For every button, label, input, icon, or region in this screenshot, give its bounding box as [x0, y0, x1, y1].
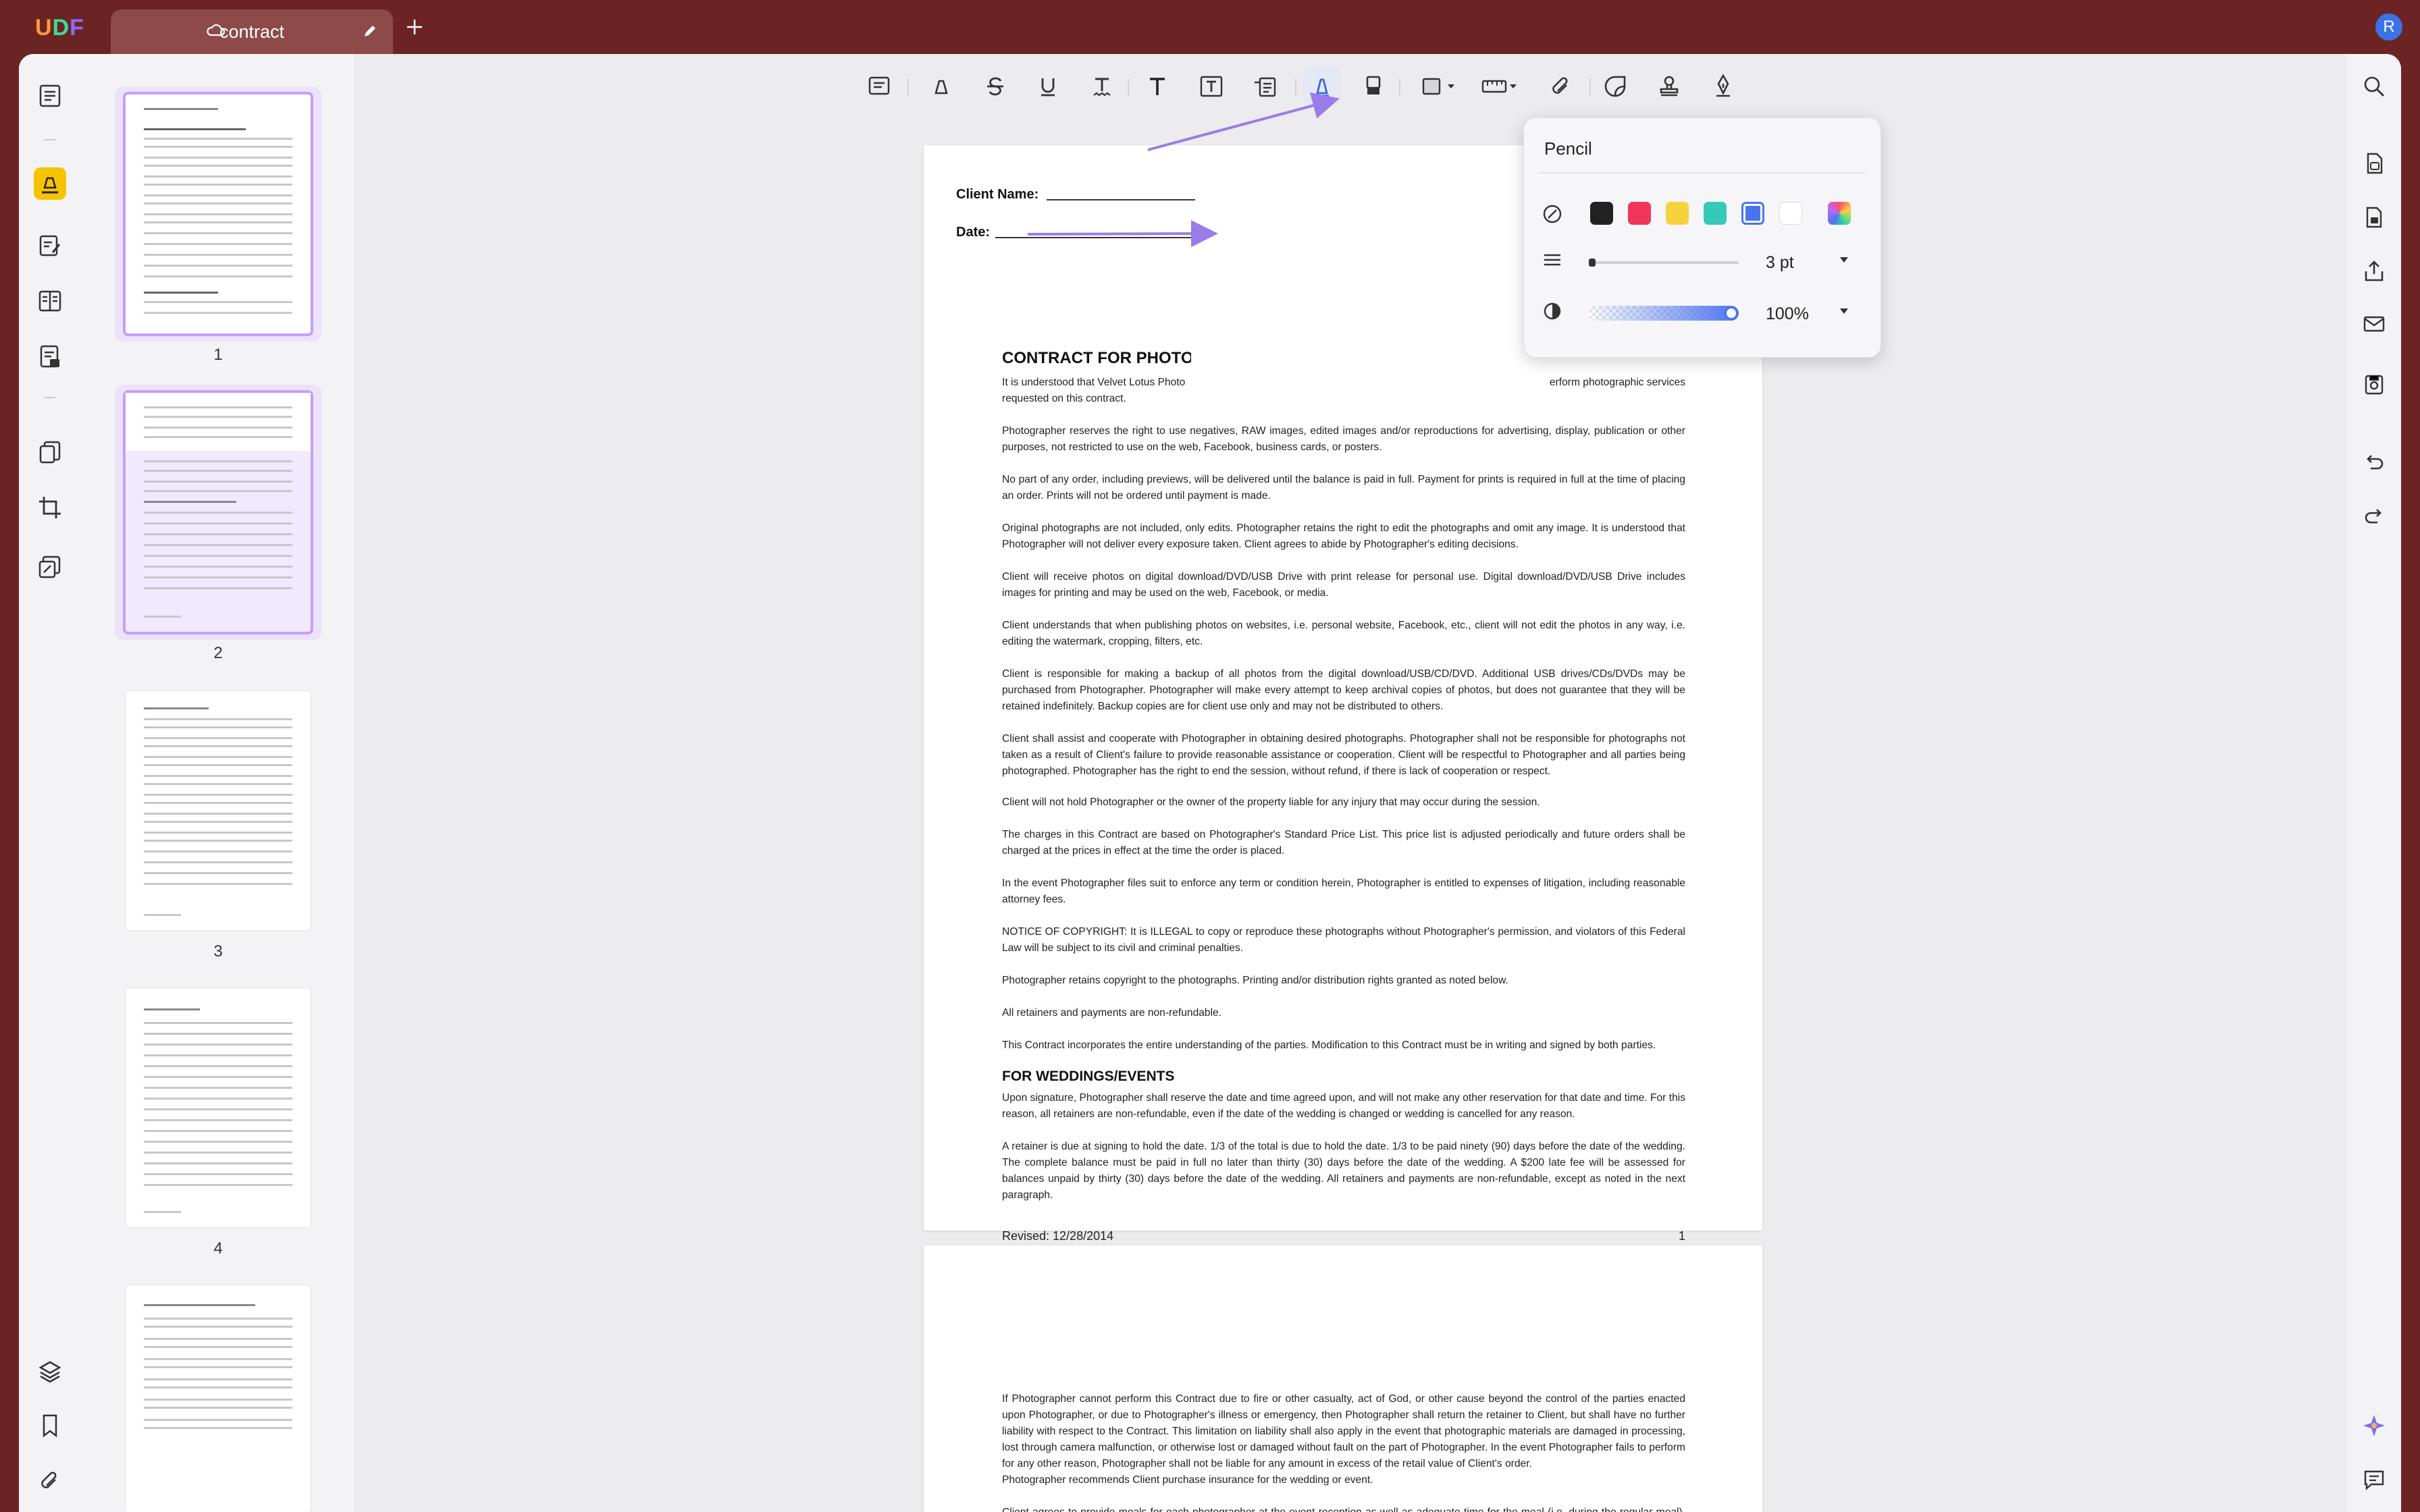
page-thumbnail-3[interactable]: [126, 691, 311, 930]
footer-page-number: 1: [1678, 1229, 1685, 1243]
contract-paragraph: Photographer retains copyright to the ph…: [1002, 975, 1508, 986]
layers-icon[interactable]: [34, 1355, 66, 1388]
contract-paragraph: Client will not hold Photographer or the…: [1002, 796, 1540, 808]
wedding-paragraph: Upon signature, Photographer shall reser…: [1002, 1092, 1685, 1120]
contract-paragraph: This Contract incorporates the entire un…: [1002, 1040, 1656, 1051]
share-icon[interactable]: [2359, 256, 2389, 286]
right-tool-sidebar: [2347, 54, 2401, 1512]
left-tool-sidebar: [19, 54, 81, 1512]
annotation-arrows: [1027, 92, 1340, 248]
contract-paragraph: The charges in this Contract are based o…: [1002, 829, 1685, 857]
thumbnail-number: 3: [213, 942, 223, 961]
popup-divider: [1539, 172, 1866, 173]
protect-icon[interactable]: [34, 551, 66, 583]
contract-paragraph: No part of any order, including previews…: [1002, 474, 1685, 502]
intro-end: erform photographic services: [1549, 377, 1685, 388]
add-tab-plus-icon[interactable]: [405, 18, 424, 36]
contract-paragraph: Client understands that when publishing …: [1002, 620, 1685, 647]
organize-pages-icon[interactable]: [34, 285, 66, 317]
undo-icon[interactable]: [2359, 448, 2389, 478]
contract-paragraph: If Photographer cannot perform this Cont…: [1002, 1393, 1685, 1469]
ai-assistant-icon[interactable]: [2359, 1411, 2389, 1440]
updf-logo: UPDF: [35, 15, 120, 40]
popup-title: Pencil: [1544, 138, 1592, 159]
contract-heading: CONTRACT FOR PHOTOGRAPHIC SERVICES: [1002, 349, 1191, 367]
opacity-value: 100%: [1766, 304, 1809, 323]
contract-paragraph: All retainers and payments are non-refun…: [1002, 1007, 1222, 1019]
opacity-slider-handle[interactable]: [1724, 306, 1739, 321]
color-swatch-blue-selected[interactable]: [1741, 202, 1764, 225]
comments-list-icon[interactable]: [2359, 1465, 2389, 1494]
wedding-paragraph: A retainer is due at signing to hold the…: [1002, 1141, 1685, 1201]
protect-file-icon[interactable]: [2359, 202, 2389, 232]
color-swatch-teal[interactable]: [1704, 202, 1727, 225]
document-tab[interactable]: contract: [111, 9, 393, 54]
thickness-value: 3 pt: [1766, 253, 1794, 272]
crop-icon[interactable]: [34, 491, 66, 524]
opacity-select[interactable]: 100%: [1760, 299, 1855, 327]
intro-start: It is understood that Velvet Lotus Photo: [1002, 377, 1186, 388]
color-swatch-yellow[interactable]: [1666, 202, 1689, 225]
opacity-icon: [1542, 300, 1563, 322]
pdf-page-2[interactable]: If Photographer cannot perform this Cont…: [924, 1245, 1762, 1512]
thumbnail-number: 2: [213, 644, 223, 662]
custom-color-icon[interactable]: [1828, 202, 1851, 225]
thumbnail-number: 4: [213, 1239, 223, 1258]
thickness-slider-handle[interactable]: [1589, 259, 1596, 267]
thickness-slider[interactable]: [1589, 261, 1739, 264]
page-thumbnail-2[interactable]: [126, 393, 311, 632]
weddings-heading: FOR WEDDINGS/EVENTS: [1002, 1069, 1175, 1084]
rename-pencil-icon[interactable]: [362, 23, 378, 39]
thickness-select[interactable]: 3 pt: [1760, 248, 1855, 276]
contract-paragraph: Photographer recommends Client purchase …: [1002, 1474, 1373, 1486]
opacity-slider[interactable]: [1589, 306, 1739, 321]
reader-icon[interactable]: [34, 80, 66, 112]
bookmark-icon[interactable]: [34, 1409, 66, 1442]
sidebar-divider: [45, 397, 55, 398]
intro-line2: requested on this contract.: [1002, 393, 1126, 404]
page-thumbnail-5[interactable]: [126, 1285, 311, 1512]
contract-paragraph: Photographer reserves the right to use n…: [1002, 425, 1685, 453]
contract-paragraph: Client will receive photos on digital do…: [1002, 571, 1685, 599]
thumbnail-number: 1: [213, 346, 223, 364]
chevron-down-icon: [1840, 257, 1848, 263]
attachment-icon[interactable]: [34, 1465, 66, 1497]
fill-sign-icon[interactable]: [34, 340, 66, 373]
sidebar-divider: [45, 139, 55, 140]
tab-title: contract: [219, 22, 285, 42]
contract-paragraph: In the event Photographer files suit to …: [1002, 878, 1685, 905]
pencil-properties-popup: Pencil 3 pt 100%: [1523, 117, 1881, 358]
comment-highlighter-icon[interactable]: [34, 167, 66, 200]
contract-paragraph: NOTICE OF COPYRIGHT: It is ILLEGAL to co…: [1002, 926, 1685, 954]
contract-paragraph: Client agrees to provide meals for each …: [1002, 1505, 1685, 1512]
color-swatch-black[interactable]: [1590, 202, 1613, 225]
edit-pdf-icon[interactable]: [34, 230, 66, 262]
contract-paragraph: Client is responsible for making a backu…: [1002, 668, 1685, 712]
ocr-icon[interactable]: [2359, 148, 2389, 178]
redo-icon[interactable]: [2359, 502, 2389, 532]
thumbnail-panel: 1 2 3 4: [81, 54, 354, 1512]
page-thumbnail-4[interactable]: [126, 988, 311, 1227]
contract-paragraph: Original photographs are not included, o…: [1002, 522, 1685, 550]
page-thumbnail-1[interactable]: [126, 94, 311, 333]
main-window: 1 2 3 4 Client Name: Date: CONTRACT FOR …: [19, 54, 2401, 1512]
color-swatch-white[interactable]: [1779, 202, 1802, 225]
color-picker-icon[interactable]: [1542, 203, 1563, 225]
user-avatar[interactable]: R: [2375, 14, 2402, 40]
contract-paragraph: Client shall assist and cooperate with P…: [1002, 733, 1685, 777]
document-area[interactable]: Client Name: Date: CONTRACT FOR PHOTOGRA…: [354, 54, 2347, 1512]
title-bar: UPDF contract R: [0, 0, 2420, 54]
thickness-icon: [1542, 252, 1563, 268]
convert-icon[interactable]: [34, 436, 66, 468]
color-swatch-red[interactable]: [1628, 202, 1651, 225]
email-icon[interactable]: [2359, 309, 2389, 339]
chevron-down-icon: [1840, 308, 1848, 314]
search-icon[interactable]: [2359, 72, 2389, 101]
save-icon[interactable]: [2359, 370, 2389, 400]
